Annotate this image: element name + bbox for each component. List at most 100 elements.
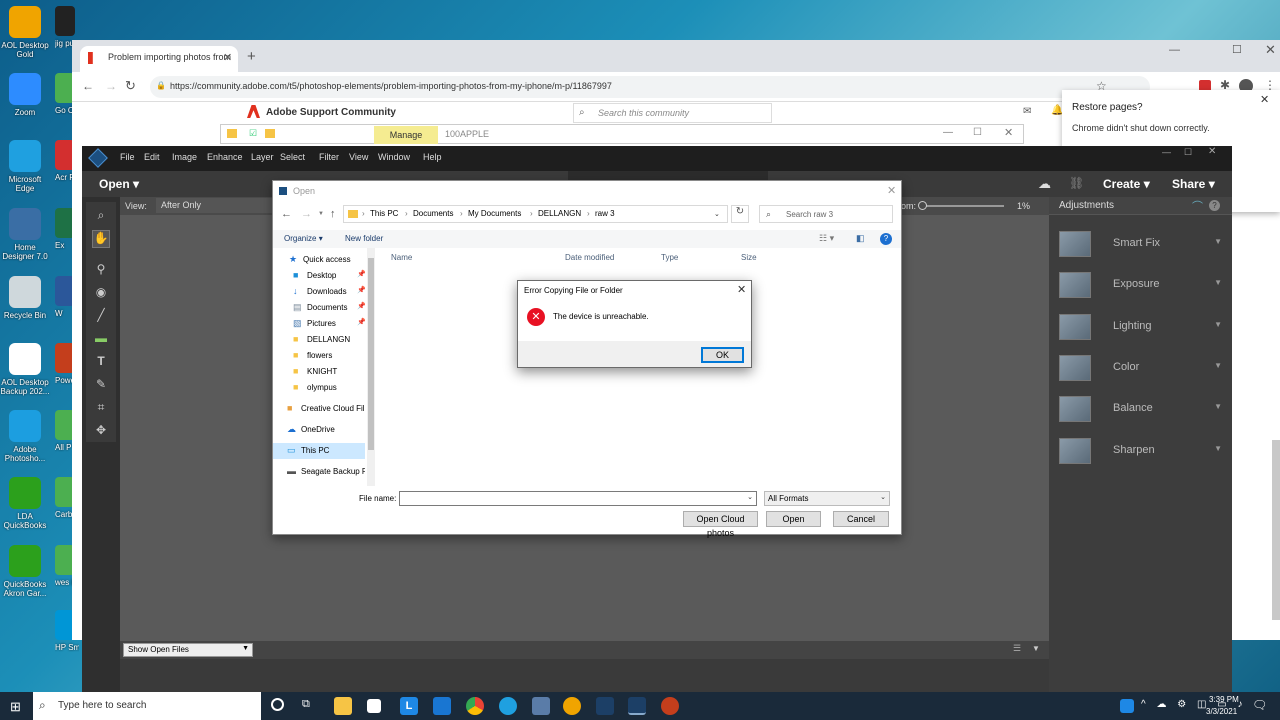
desktop-icon[interactable]: LDA QuickBooks bbox=[0, 477, 50, 530]
organize-button[interactable]: Organize ▾ bbox=[284, 234, 323, 243]
nav-item[interactable]: ↓ Downloads 📌 bbox=[273, 284, 365, 300]
pse-editor-taskbar-icon[interactable] bbox=[628, 697, 646, 715]
cancel-button[interactable]: Cancel bbox=[833, 511, 889, 527]
close-window-icon[interactable]: ✕ bbox=[1265, 42, 1276, 58]
adjustment-color[interactable]: Color ▼ bbox=[1059, 353, 1224, 383]
desktop-icon[interactable]: AOL Desktop Gold bbox=[0, 6, 50, 59]
share-menu[interactable]: Share ▾ bbox=[1172, 177, 1215, 191]
mail-icon[interactable]: ✉ bbox=[1023, 106, 1031, 117]
adjustment-balance[interactable]: Balance ▼ bbox=[1059, 394, 1224, 424]
adjustment-smart-fix[interactable]: Smart Fix ▼ bbox=[1059, 229, 1224, 259]
task-view-icon[interactable]: ⧉ bbox=[302, 698, 310, 711]
help-icon[interactable]: ? bbox=[1209, 200, 1220, 211]
help-icon[interactable]: ? bbox=[880, 233, 892, 245]
desktop-icon[interactable]: Adobe Photosho... bbox=[0, 410, 50, 463]
windows-start-icon[interactable]: ⊞ bbox=[10, 699, 21, 715]
nav-item[interactable]: ▧ Pictures 📌 bbox=[273, 316, 365, 332]
breadcrumb-item[interactable]: My Documents bbox=[468, 209, 521, 218]
zoom-handle[interactable] bbox=[918, 201, 927, 210]
chevron-down-icon[interactable]: ▼ bbox=[1032, 644, 1040, 653]
new-folder-button[interactable]: New folder bbox=[345, 234, 383, 243]
nav-item[interactable]: ★ Quick access bbox=[273, 252, 365, 268]
nav-item[interactable]: ▭ This PC bbox=[273, 443, 365, 459]
chrome-icon[interactable] bbox=[466, 697, 484, 715]
lacerte-tray-icon[interactable] bbox=[1120, 699, 1134, 713]
link-icon[interactable]: ⛓ bbox=[1069, 176, 1084, 190]
file-explorer-icon[interactable] bbox=[334, 697, 352, 715]
view-select[interactable]: After Only bbox=[156, 198, 272, 213]
nav-item[interactable]: ☁ OneDrive bbox=[273, 422, 365, 438]
up-icon[interactable]: ↑ bbox=[330, 208, 336, 220]
mail-icon[interactable] bbox=[433, 697, 451, 715]
desktop-icon[interactable]: Microsoft Edge bbox=[0, 140, 50, 193]
maximize-icon[interactable]: ☐ bbox=[1232, 43, 1242, 56]
dialog-search[interactable]: ⌕ Search raw 3 bbox=[759, 205, 893, 223]
pse-taskbar-icon[interactable] bbox=[596, 697, 614, 715]
nav-item[interactable]: ■ Creative Cloud Fil bbox=[273, 401, 365, 417]
lacerte-icon[interactable]: L bbox=[400, 697, 418, 715]
menu-select[interactable]: Select bbox=[280, 152, 305, 162]
menu-filter[interactable]: Filter bbox=[319, 152, 339, 162]
manage-tab[interactable]: Manage bbox=[374, 126, 438, 144]
create-menu[interactable]: Create ▾ bbox=[1103, 177, 1150, 191]
nav-item[interactable]: ■ Desktop 📌 bbox=[273, 268, 365, 284]
browser-tab[interactable]: Problem importing photos from bbox=[80, 46, 238, 72]
nav-item[interactable]: ▬ Seagate Backup P bbox=[273, 464, 365, 480]
crop-icon[interactable]: ⌗ bbox=[92, 400, 110, 418]
back-icon[interactable]: ← bbox=[82, 79, 94, 93]
menu-view[interactable]: View bbox=[349, 152, 368, 162]
hand-tool-icon[interactable]: ✋ bbox=[92, 230, 110, 248]
cloud-icon[interactable]: ☁ bbox=[1038, 176, 1051, 192]
tab-close-icon[interactable]: ✕ bbox=[223, 51, 232, 64]
menu-help[interactable]: Help bbox=[423, 152, 442, 162]
column-header-date-modified[interactable]: Date modified bbox=[565, 253, 614, 262]
eye-icon[interactable]: ◉ bbox=[92, 285, 110, 303]
edge-icon[interactable] bbox=[499, 697, 517, 715]
back-icon[interactable]: ← bbox=[281, 208, 292, 220]
desktop-icon[interactable]: Zoom bbox=[0, 73, 50, 117]
close-window-icon[interactable]: ✕ bbox=[1208, 146, 1216, 157]
minimize-icon[interactable]: — bbox=[943, 127, 953, 138]
cortana-icon[interactable] bbox=[271, 698, 284, 711]
breadcrumb-item[interactable]: Documents bbox=[413, 209, 453, 218]
nav-item[interactable]: ■ KNIGHT bbox=[273, 364, 365, 380]
bin-options-icon[interactable]: ☰ bbox=[1013, 643, 1021, 654]
menu-layer[interactable]: Layer bbox=[251, 152, 274, 162]
nav-item[interactable]: ■ flowers bbox=[273, 348, 365, 364]
clock-date[interactable]: 3/3/2021 bbox=[1206, 707, 1237, 716]
move-icon[interactable]: ✥ bbox=[92, 423, 110, 441]
column-header-size[interactable]: Size bbox=[741, 253, 757, 262]
adjustment-sharpen[interactable]: Sharpen ▼ bbox=[1059, 436, 1224, 466]
file-name-input[interactable]: ⌄ bbox=[399, 491, 757, 506]
menu-image[interactable]: Image bbox=[172, 152, 197, 162]
notification-icon[interactable]: 🗨 bbox=[1252, 698, 1267, 712]
forward-icon[interactable]: → bbox=[105, 79, 117, 93]
new-tab-icon[interactable]: + bbox=[247, 48, 256, 65]
desktop-icon[interactable]: QuickBooks Akron Gar... bbox=[0, 545, 50, 598]
breadcrumb-item[interactable]: raw 3 bbox=[595, 209, 615, 218]
close-icon[interactable]: ✕ bbox=[737, 283, 746, 296]
level-icon[interactable]: ▬ bbox=[92, 331, 110, 349]
clock-time[interactable]: 3:39 PM bbox=[1209, 695, 1239, 704]
forward-icon[interactable]: → bbox=[301, 208, 312, 220]
preview-pane-icon[interactable]: ◧ bbox=[856, 233, 865, 244]
maximize-icon[interactable]: ☐ bbox=[973, 127, 982, 138]
menu-edit[interactable]: Edit bbox=[144, 152, 160, 162]
breadcrumb-item[interactable]: DELLANGN bbox=[538, 209, 581, 218]
close-window-icon[interactable]: ✕ bbox=[1004, 126, 1013, 139]
close-icon[interactable]: ✕ bbox=[887, 184, 896, 197]
chevron-down-icon[interactable]: ▼ bbox=[318, 211, 324, 217]
taskbar-search[interactable]: ⌕ Type here to search bbox=[33, 692, 261, 720]
nav-item[interactable]: ■ DELLANGN bbox=[273, 332, 365, 348]
column-header-name[interactable]: Name bbox=[391, 253, 412, 262]
quick-select-icon[interactable]: ⚲ bbox=[92, 262, 110, 280]
file-type-select[interactable]: All Formats ⌄ bbox=[764, 491, 890, 506]
text-tool-icon[interactable]: T bbox=[92, 354, 110, 372]
view-options-icon[interactable]: ☷ ▾ bbox=[819, 233, 834, 244]
open-cloud-photos-button[interactable]: Open Cloud photos bbox=[683, 511, 758, 538]
community-search[interactable]: ⌕ Search this community bbox=[573, 103, 772, 123]
show-open-files-select[interactable]: Show Open Files ▼ bbox=[123, 643, 253, 657]
minimize-icon[interactable]: — bbox=[1162, 147, 1171, 157]
adjustment-exposure[interactable]: Exposure ▼ bbox=[1059, 270, 1224, 300]
menu-enhance[interactable]: Enhance bbox=[207, 152, 243, 162]
